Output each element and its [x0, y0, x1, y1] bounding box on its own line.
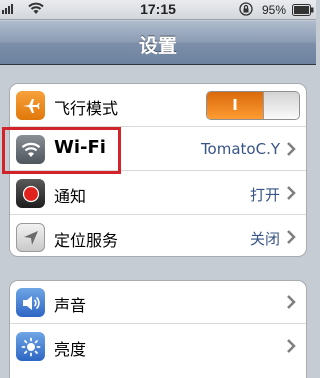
airplane-icon: [16, 91, 45, 120]
sounds-label: 声音: [54, 296, 87, 315]
battery-icon: [292, 4, 314, 16]
toggle-on-label: I: [232, 96, 238, 114]
chevron-right-icon: [287, 230, 296, 244]
settings-group-secondary: 声音 亮度: [9, 280, 307, 378]
notifications-value: 打开: [249, 186, 280, 204]
sound-icon: [16, 288, 45, 317]
settings-row-brightness[interactable]: 亮度: [10, 325, 306, 368]
chevron-right-icon: [287, 142, 296, 156]
battery-percent: 95%: [262, 3, 287, 17]
airplane-mode-toggle[interactable]: I: [206, 91, 300, 120]
orientation-lock-icon: [239, 2, 253, 16]
settings-row-location-services[interactable]: 定位服务 关闭: [10, 216, 306, 256]
location-services-value: 关闭: [249, 230, 280, 248]
navigation-bar: 设置: [0, 21, 316, 65]
chevron-right-icon: [287, 295, 296, 309]
brightness-label: 亮度: [54, 340, 87, 359]
toggle-knob[interactable]: [263, 92, 299, 119]
page-title: 设置: [138, 35, 177, 57]
brightness-icon: [16, 332, 45, 361]
status-bar: 17:15 95%: [0, 0, 316, 20]
location-icon: [16, 223, 45, 252]
chevron-right-icon: [287, 186, 296, 200]
notifications-label: 通知: [54, 187, 87, 206]
wifi-network-value: TomatoC.Y: [200, 140, 280, 158]
settings-row-sounds[interactable]: 声音: [10, 281, 306, 324]
chevron-right-icon: [287, 339, 296, 353]
settings-row-airplane-mode: 飞行模式 I: [10, 84, 306, 127]
airplane-mode-label: 飞行模式: [54, 99, 119, 118]
wifi-highlight-box: [2, 127, 121, 174]
notifications-icon: [16, 179, 45, 208]
location-services-label: 定位服务: [54, 231, 119, 250]
settings-row-notifications[interactable]: 通知 打开: [10, 172, 306, 215]
